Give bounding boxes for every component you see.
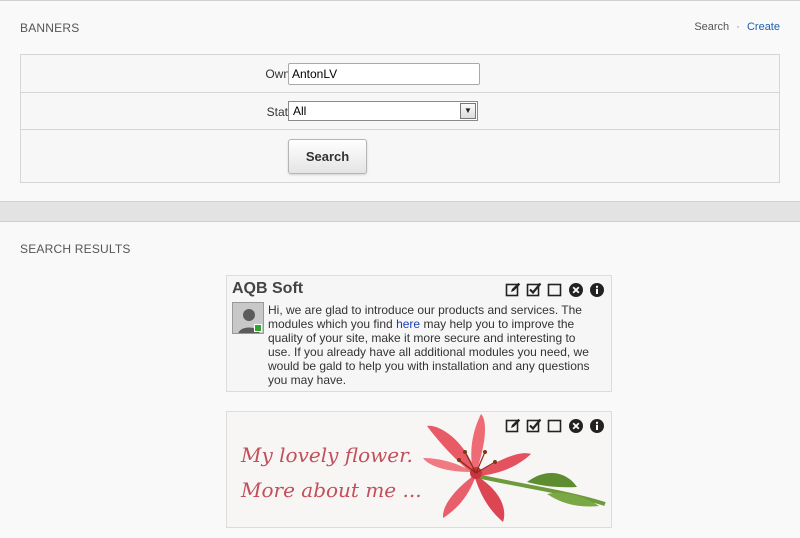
avatar (232, 302, 264, 334)
info-icon[interactable] (589, 282, 605, 298)
banner-card-image: My lovely flower. More about me ... (226, 411, 612, 528)
status-select-value: All (293, 104, 307, 118)
search-button[interactable]: Search (288, 139, 367, 174)
delete-icon[interactable] (568, 282, 584, 298)
approve-icon[interactable] (526, 282, 542, 298)
owner-row: Owner: (21, 55, 779, 93)
results-panel: SEARCH RESULTS AQB Soft Hi, we are glad … (0, 221, 800, 538)
top-links: Search · Create (694, 21, 780, 33)
owner-input[interactable] (288, 63, 480, 85)
edit-icon[interactable] (505, 418, 521, 434)
panel-title-banners: BANNERS (20, 21, 80, 35)
checkbox-icon[interactable] (547, 282, 563, 298)
checkbox-icon[interactable] (547, 418, 563, 434)
banner-actions (505, 282, 605, 298)
online-status-dot (254, 324, 262, 332)
status-row: Status: All ▼ (21, 93, 779, 130)
banner-description: Hi, we are glad to introduce our product… (268, 303, 600, 387)
search-link[interactable]: Search (694, 21, 729, 33)
button-row: Search (21, 130, 779, 182)
link-separator: · (736, 21, 740, 33)
banner-actions (505, 418, 605, 434)
panel-title-results: SEARCH RESULTS (20, 242, 131, 256)
search-form: Owner: Status: All ▼ Search (20, 54, 780, 183)
search-panel: BANNERS Search · Create Owner: Status: A… (0, 0, 800, 202)
edit-icon[interactable] (505, 282, 521, 298)
banner-title: AQB Soft (232, 280, 304, 297)
chevron-down-icon[interactable]: ▼ (460, 103, 476, 119)
here-link[interactable]: here (396, 317, 420, 331)
banner-card: AQB Soft Hi, we are glad to introduce ou… (226, 275, 612, 392)
banner-image-text-line1: My lovely flower. (241, 443, 413, 467)
banner-image-text-line2: More about me ... (241, 478, 422, 502)
status-select[interactable]: All ▼ (288, 101, 478, 121)
info-icon[interactable] (589, 418, 605, 434)
approve-icon[interactable] (526, 418, 542, 434)
delete-icon[interactable] (568, 418, 584, 434)
create-link[interactable]: Create (747, 21, 780, 33)
